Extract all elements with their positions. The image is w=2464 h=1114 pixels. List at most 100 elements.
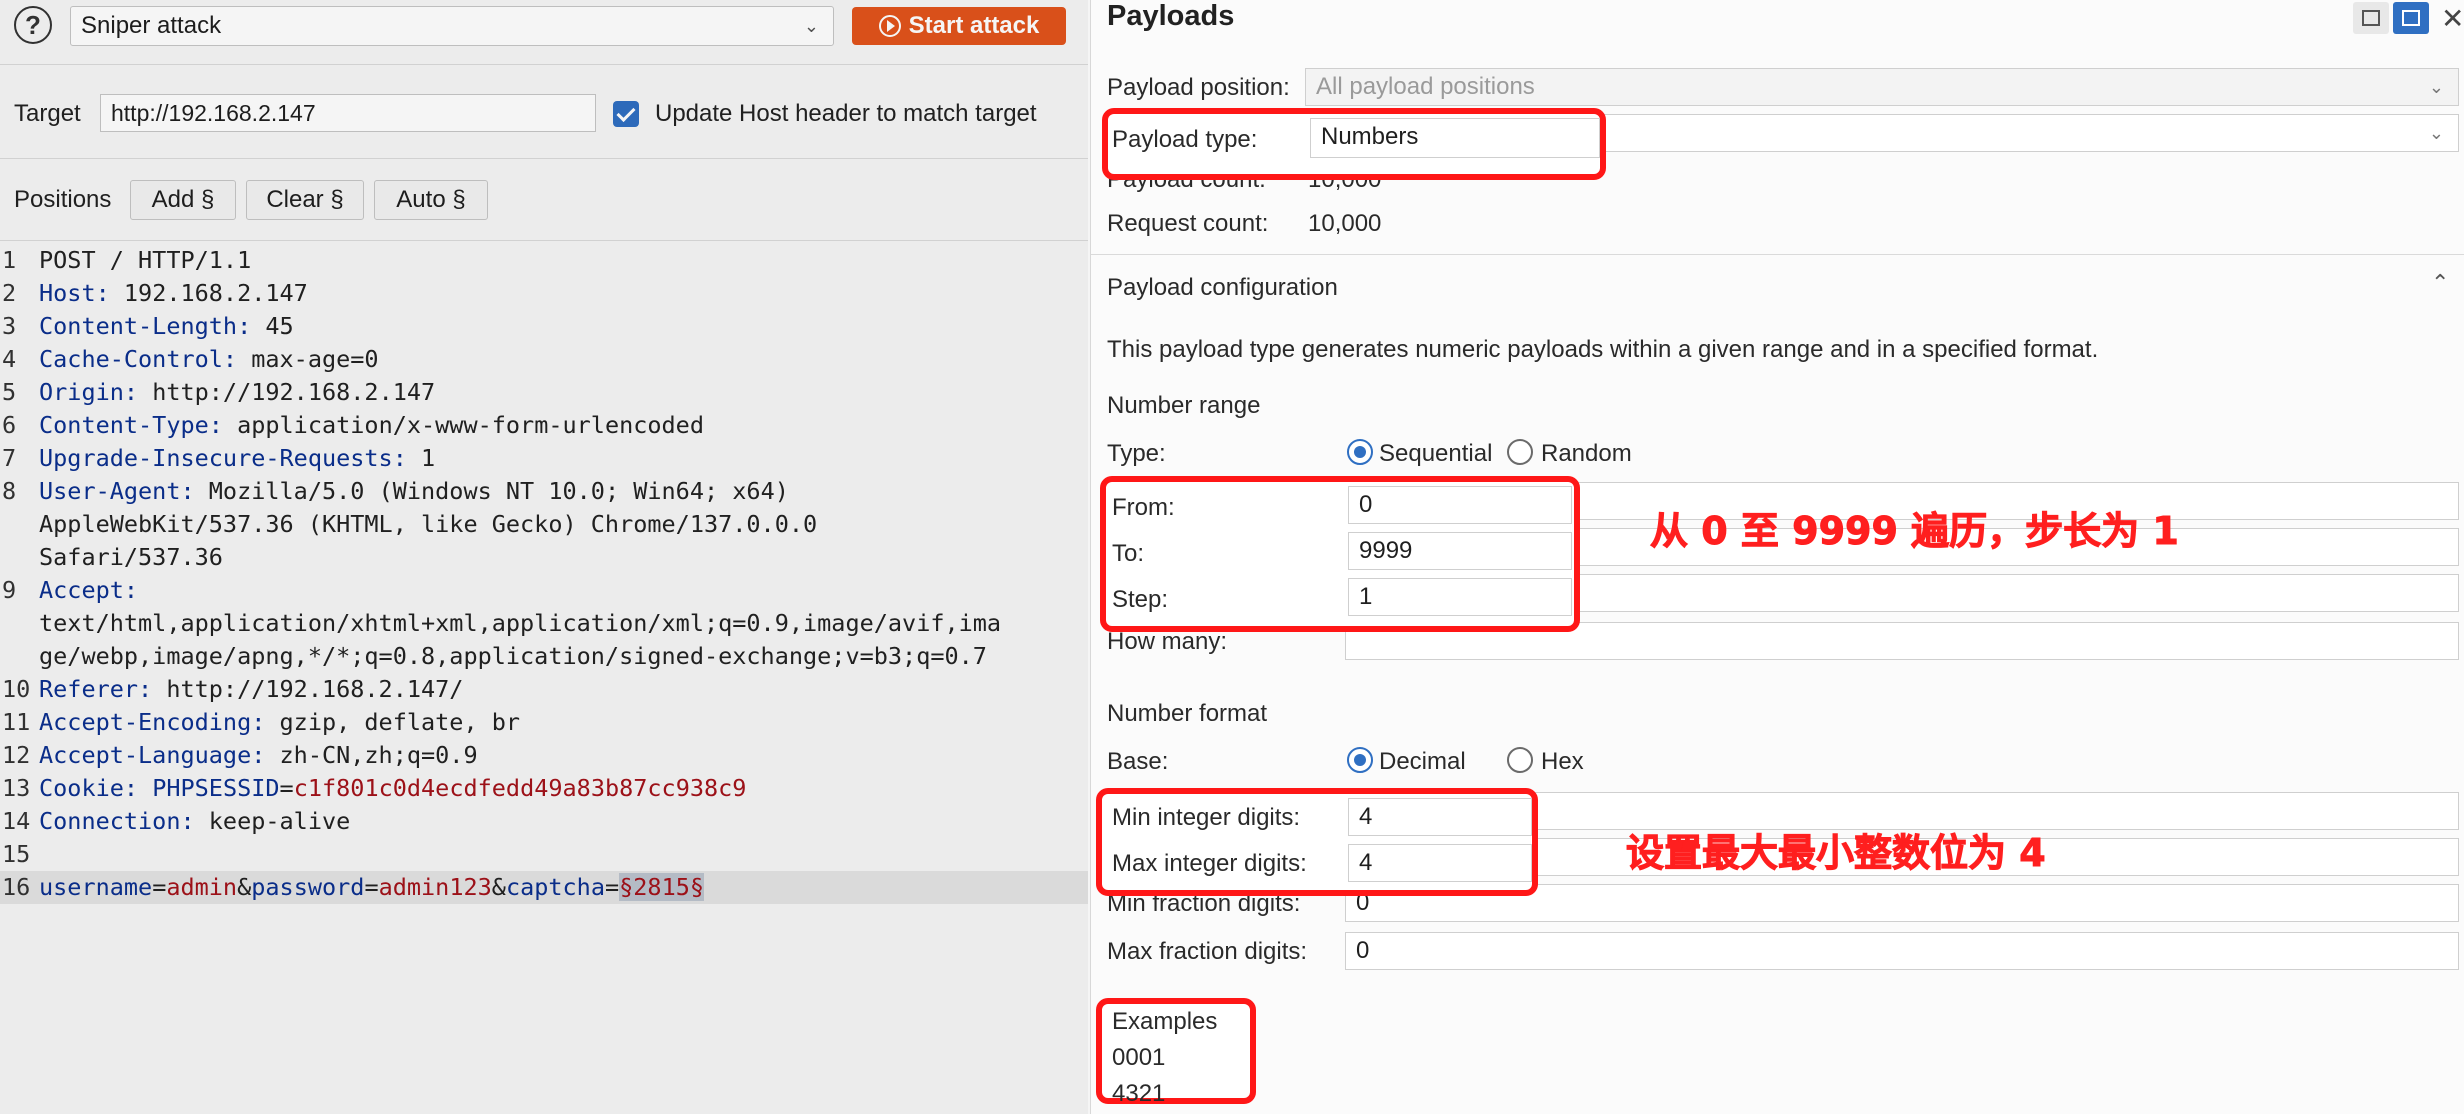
target-input[interactable]: http://192.168.2.147 [100,94,596,132]
payload-marker: §2815§ [619,873,705,901]
line-content: Safari/537.36 [39,543,223,571]
line-number: 16 [2,873,31,901]
digits-annotation: 设置最大最小整数位为 4 [1626,831,2047,876]
code-token: application/x-www-form-urlencoded [222,411,704,439]
line-content: Accept-Language: zh-CN,zh;q=0.9 [39,741,478,769]
code-token: 192.168.2.147 [109,279,308,307]
divider [0,158,1088,159]
code-line: 14 Connection: keep-alive [0,805,1088,838]
line-content: User-Agent: Mozilla/5.0 (Windows NT 10.0… [39,477,789,505]
code-token: keep-alive [194,807,351,835]
help-icon[interactable]: ? [14,6,52,44]
divider [0,240,1088,241]
list-view-icon[interactable] [2353,2,2389,34]
payload-position-select[interactable]: All payload positions ⌄ [1305,68,2459,106]
code-token: zh-CN,zh;q=0.9 [265,741,478,769]
auto-marker-button[interactable]: Auto § [374,180,488,220]
start-attack-button[interactable]: Start attack [852,7,1066,45]
code-token: Accept-Encoding: [39,708,266,736]
chevron-up-icon[interactable]: ⌃ [2431,270,2449,296]
type-label: Type: [1107,440,1166,467]
code-line: 9 Accept: [0,574,1088,607]
random-radio[interactable] [1507,439,1533,465]
line-number: 15 [2,840,31,868]
code-token: Cache-Control: [39,345,238,373]
payload-type-value[interactable]: Numbers [1310,118,1600,158]
line-content: POST / HTTP/1.1 [39,246,251,274]
decimal-radio[interactable] [1347,747,1373,773]
max-fraction-input[interactable]: 0 [1345,932,2459,970]
line-content: Origin: http://192.168.2.147 [39,378,435,406]
code-token: Mozilla/5.0 (Windows NT 10.0; Win64; x64… [194,477,789,505]
code-token: PHPSESSID [152,774,280,802]
line-content: Cache-Control: max-age=0 [39,345,379,373]
close-icon[interactable]: ✕ [2441,2,2464,35]
step-input[interactable]: 1 [1348,578,1572,616]
line-content: Upgrade-Insecure-Requests: 1 [39,444,435,472]
payloads-title: Payloads [1107,0,1235,32]
line-number: 6 [2,411,17,439]
code-token: Connection: [39,807,195,835]
highlight-number-range: From: 0 To: 9999 Step: 1 [1100,476,1580,632]
number-range-title: Number range [1107,392,1261,419]
code-line: 4 Cache-Control: max-age=0 [0,343,1088,376]
line-content: Referer: http://192.168.2.147/ [39,675,463,703]
line-number: 7 [2,444,17,472]
panel-view-icon[interactable] [2393,2,2429,34]
code-line: 15 [0,838,1088,871]
update-host-checkbox[interactable] [613,101,639,127]
code-token: = [364,873,379,901]
line-number: 3 [2,312,17,340]
from-input[interactable]: 0 [1348,486,1572,524]
code-token: password [251,873,365,901]
code-token: = [152,873,167,901]
line-content: Connection: keep-alive [39,807,350,835]
code-token: 45 [251,312,294,340]
config-title: Payload configuration [1107,274,1338,301]
line-content [39,840,53,868]
to-input[interactable]: 9999 [1348,532,1572,570]
code-token: Upgrade-Insecure-Requests: [39,444,407,472]
line-number: 2 [2,279,17,307]
line-content: Content-Type: application/x-www-form-url… [39,411,704,439]
sequential-label: Sequential [1379,440,1493,467]
config-description: This payload type generates numeric payl… [1107,336,2099,363]
step-label: Step: [1112,586,1169,613]
code-token: User-Agent: [39,477,195,505]
code-token: Origin: [39,378,139,406]
code-line: 8 User-Agent: Mozilla/5.0 (Windows NT 10.… [0,475,1088,508]
view-toggle [2353,2,2433,34]
code-token: Accept-Language: [39,741,266,769]
max-fraction-label: Max fraction digits: [1107,938,1308,965]
code-token: text/html,application/xhtml+xml,applicat… [39,609,1002,637]
hex-radio[interactable] [1507,747,1533,773]
code-line: Safari/537.36 [0,541,1088,574]
clear-marker-button[interactable]: Clear § [246,180,364,220]
line-number: 14 [2,807,31,835]
attack-type-select[interactable]: Sniper attack ⌄ [70,6,834,46]
code-line: 12 Accept-Language: zh-CN,zh;q=0.9 [0,739,1088,772]
random-label: Random [1541,440,1632,467]
line-number: 8 [2,477,17,505]
highlight-integer-digits: Min integer digits: 4 Max integer digits… [1096,788,1538,896]
min-int-input[interactable]: 4 [1348,798,1532,836]
request-count-value: 10,000 [1308,210,1382,237]
code-line: 13 Cookie: PHPSESSID=c1f801c0d4ecdfedd49a… [0,772,1088,805]
request-editor[interactable]: 1 POST / HTTP/1.1 2 Host: 192.168.2.147 3 Con… [0,244,1088,904]
line-content: username=admin&password=admin123&captcha… [39,873,705,901]
code-line: ge/webp,image/apng,*/*;q=0.8,application… [0,640,1088,673]
base-label: Base: [1107,748,1169,775]
number-format-title: Number format [1107,700,1268,727]
chevron-down-icon: ⌄ [2428,77,2444,97]
add-marker-button[interactable]: Add § [130,180,236,220]
line-number: 4 [2,345,17,373]
line-number: 11 [2,708,31,736]
positions-label: Positions [14,186,112,213]
play-icon [878,15,901,37]
sequential-radio[interactable] [1347,439,1373,465]
request-count-label: Request count: [1107,210,1269,237]
max-int-input[interactable]: 4 [1348,844,1532,882]
code-token: http://192.168.2.147/ [152,675,464,703]
code-token: 1 [406,444,436,472]
